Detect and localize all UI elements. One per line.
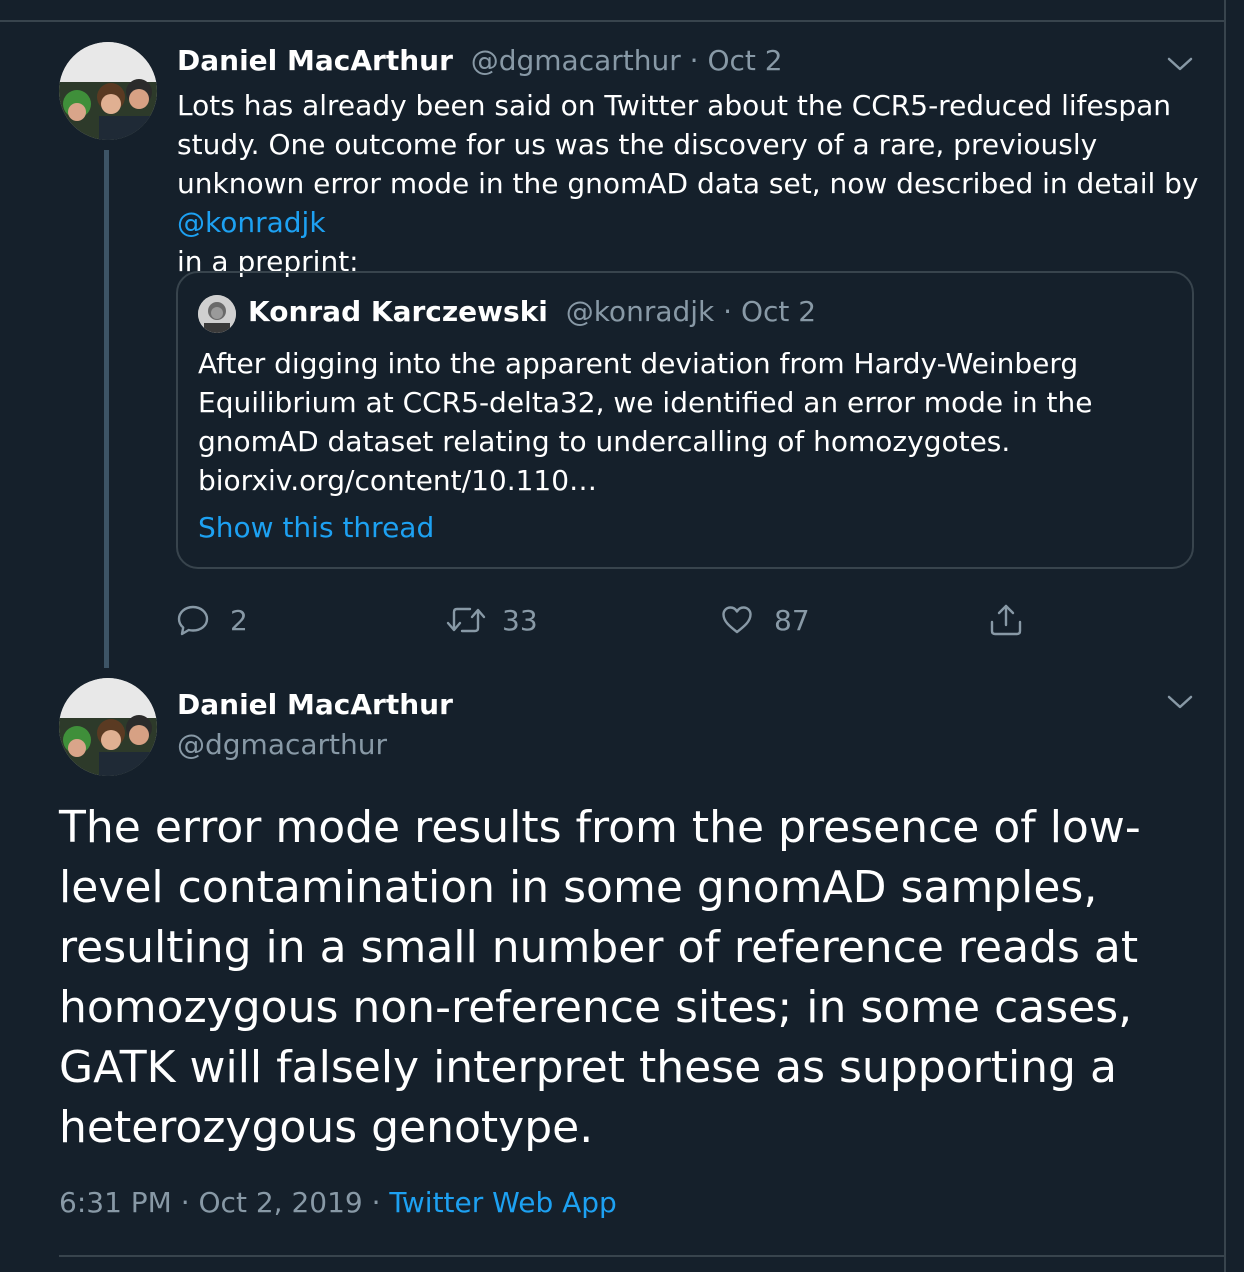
like-button[interactable]: 87 [720, 600, 810, 640]
meta-separator: · [362, 1186, 390, 1219]
retweet-count: 33 [502, 603, 538, 637]
retweet-button[interactable]: 33 [446, 600, 538, 640]
quoted-avatar-photo-icon [198, 295, 236, 333]
quoted-tweet-card[interactable]: Konrad Karczewski @konradjk · Oct 2 Afte… [176, 271, 1194, 569]
tweet-text-part: Lots has already been said on Twitter ab… [177, 89, 1199, 200]
tweet-date[interactable]: Oct 2 [707, 44, 782, 77]
quoted-author-handle: @konradjk [565, 295, 715, 328]
tweet-header: Daniel MacArthur @dgmacarthur · Oct 2 [177, 44, 783, 77]
avatar[interactable] [59, 678, 157, 776]
reply-count: 2 [230, 603, 248, 637]
tweet-timestamp[interactable]: 6:31 PM · Oct 2, 2019 [59, 1186, 363, 1219]
divider [59, 1255, 1224, 1257]
author-name[interactable]: Daniel MacArthur [177, 688, 453, 721]
quoted-avatar[interactable] [198, 295, 236, 333]
mention-link[interactable]: @konradjk [177, 206, 326, 239]
author-handle[interactable]: @dgmacarthur [177, 728, 387, 761]
timeline-right-border [1224, 0, 1226, 1272]
quoted-date: Oct 2 [740, 295, 817, 328]
heart-icon [722, 606, 752, 634]
tweet-text: Lots has already been said on Twitter ab… [177, 86, 1207, 281]
show-thread-link[interactable]: Show this thread [198, 511, 434, 544]
tweet-meta: 6:31 PM · Oct 2, 2019 · Twitter Web App [59, 1186, 617, 1219]
previous-tweet-frame [0, 0, 1226, 22]
avatar[interactable] [59, 42, 157, 140]
like-count: 87 [774, 603, 810, 637]
retweet-icon [446, 607, 486, 633]
tweet-text: The error mode results from the presence… [59, 802, 1141, 1153]
share-icon [990, 604, 1022, 636]
tweet-source-link[interactable]: Twitter Web App [389, 1186, 616, 1219]
avatar-photo-icon [59, 678, 157, 776]
reply-button[interactable]: 2 [176, 600, 248, 640]
thread-connector-line [104, 150, 109, 668]
chevron-down-icon[interactable] [1167, 56, 1193, 72]
chevron-down-icon[interactable] [1167, 694, 1193, 710]
reply-icon [177, 605, 209, 636]
quoted-author-name: Konrad Karczewski [248, 295, 548, 328]
author-name[interactable]: Daniel MacArthur [177, 44, 453, 77]
avatar-photo-icon [59, 42, 157, 140]
quoted-tweet-header: Konrad Karczewski @konradjk · Oct 2 [248, 295, 816, 328]
author-handle[interactable]: @dgmacarthur [462, 44, 681, 77]
quoted-separator: · [714, 295, 741, 328]
quoted-tweet-text: After digging into the apparent deviatio… [198, 347, 1093, 497]
header-separator: · [680, 44, 708, 77]
share-button[interactable] [988, 600, 1024, 640]
